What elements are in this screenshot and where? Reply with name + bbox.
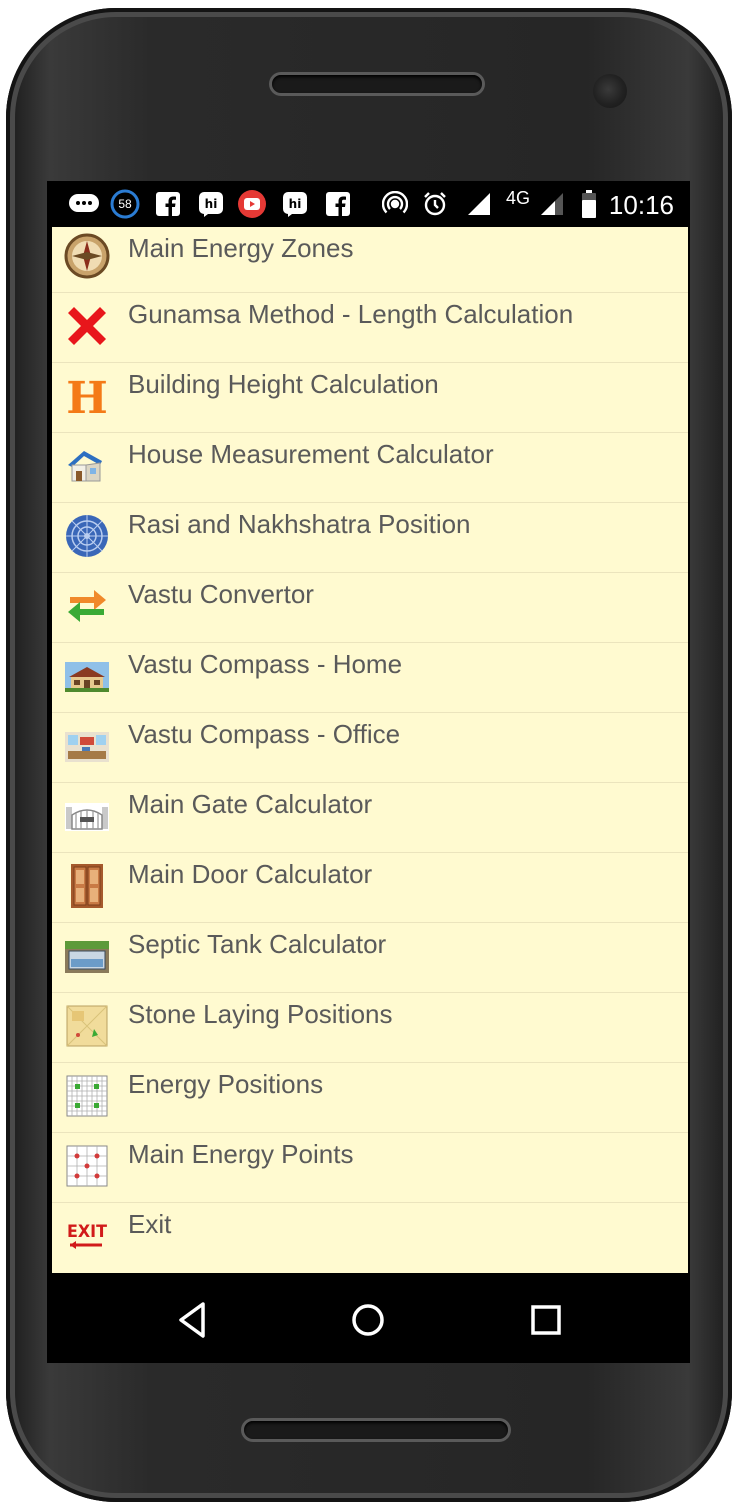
home-photo-icon bbox=[64, 653, 110, 699]
menu-item-main-door[interactable]: Main Door Calculator bbox=[52, 853, 688, 923]
menu-item-main-energy-zones[interactable]: Main Energy Zones bbox=[52, 227, 688, 293]
menu-item-vastu-compass-office[interactable]: Vastu Compass - Office bbox=[52, 713, 688, 783]
menu-item-label: Exit bbox=[128, 1209, 172, 1239]
signal-icon bbox=[539, 191, 565, 217]
zodiac-wheel-icon bbox=[64, 513, 110, 559]
youtube-icon bbox=[237, 190, 267, 218]
front-camera bbox=[593, 74, 627, 108]
menu-item-rasi-nakhshatra[interactable]: Rasi and Nakhshatra Position bbox=[52, 503, 688, 573]
menu-item-vastu-convertor[interactable]: Vastu Convertor bbox=[52, 573, 688, 643]
menu-item-house-measurement[interactable]: House Measurement Calculator bbox=[52, 433, 688, 503]
signal-icon bbox=[465, 191, 493, 217]
menu-item-label: Energy Positions bbox=[128, 1069, 324, 1099]
back-icon[interactable] bbox=[171, 1297, 217, 1343]
menu-item-exit[interactable]: EXIT Exit bbox=[52, 1203, 688, 1273]
compass-icon bbox=[64, 233, 110, 279]
menu-item-label: Septic Tank Calculator bbox=[128, 929, 387, 959]
status-bar: 58 hi hi 4G 10:16 bbox=[47, 181, 690, 227]
gate-icon bbox=[64, 793, 110, 839]
svg-text:EXIT: EXIT bbox=[67, 1222, 107, 1242]
red-cross-icon bbox=[64, 303, 110, 349]
svg-text:hi: hi bbox=[289, 197, 302, 211]
battery-icon bbox=[579, 190, 599, 218]
svg-text:H: H bbox=[66, 373, 108, 419]
convert-arrows-icon bbox=[64, 583, 110, 629]
menu-item-energy-positions[interactable]: Energy Positions bbox=[52, 1063, 688, 1133]
clock: 10:16 bbox=[608, 190, 674, 220]
hike-icon: hi bbox=[197, 191, 225, 217]
hotspot-icon bbox=[381, 191, 409, 217]
house-icon bbox=[64, 443, 110, 489]
svg-text:hi: hi bbox=[205, 197, 218, 211]
menu-item-label: Main Energy Zones bbox=[128, 233, 354, 263]
menu-item-label: Rasi and Nakhshatra Position bbox=[128, 509, 471, 539]
grid-green-icon bbox=[64, 1073, 110, 1119]
door-icon bbox=[64, 863, 110, 909]
menu-item-label: Vastu Compass - Office bbox=[128, 719, 401, 749]
screen: 58 hi hi 4G 10:16 Main Energy Zones Guna… bbox=[47, 181, 690, 1363]
letter-h-icon: H bbox=[64, 373, 110, 419]
menu-item-septic-tank[interactable]: Septic Tank Calculator bbox=[52, 923, 688, 993]
navigation-bar bbox=[47, 1273, 690, 1363]
menu-list: Main Energy Zones Gunamsa Method - Lengt… bbox=[52, 227, 688, 1273]
notification-count: 58 bbox=[118, 197, 132, 211]
menu-item-main-energy-points[interactable]: Main Energy Points bbox=[52, 1133, 688, 1203]
menu-item-label: Vastu Convertor bbox=[128, 579, 314, 609]
hike-icon: hi bbox=[281, 191, 309, 217]
septic-tank-icon bbox=[64, 933, 110, 979]
menu-item-building-height[interactable]: H Building Height Calculation bbox=[52, 363, 688, 433]
menu-item-label: Vastu Compass - Home bbox=[128, 649, 403, 679]
message-icon bbox=[67, 191, 101, 217]
menu-item-label: Building Height Calculation bbox=[128, 369, 439, 399]
notification-count-icon: 58 bbox=[109, 189, 141, 219]
menu-item-label: Main Gate Calculator bbox=[128, 789, 373, 819]
menu-item-label: Main Energy Points bbox=[128, 1139, 354, 1169]
home-icon[interactable] bbox=[345, 1297, 391, 1343]
site-plan-icon bbox=[64, 1003, 110, 1049]
menu-item-label: House Measurement Calculator bbox=[128, 439, 494, 469]
recents-icon[interactable] bbox=[523, 1297, 569, 1343]
menu-item-label: Gunamsa Method - Length Calculation bbox=[128, 299, 574, 329]
office-photo-icon bbox=[64, 723, 110, 769]
earpiece-speaker bbox=[272, 75, 482, 93]
alarm-icon bbox=[421, 191, 449, 217]
menu-item-label: Main Door Calculator bbox=[128, 859, 373, 889]
menu-item-stone-laying[interactable]: Stone Laying Positions bbox=[52, 993, 688, 1063]
menu-item-main-gate[interactable]: Main Gate Calculator bbox=[52, 783, 688, 853]
facebook-icon bbox=[155, 191, 181, 217]
facebook-icon bbox=[325, 191, 351, 217]
exit-sign-icon: EXIT bbox=[64, 1213, 110, 1259]
menu-item-vastu-compass-home[interactable]: Vastu Compass - Home bbox=[52, 643, 688, 713]
grid-red-icon bbox=[64, 1143, 110, 1189]
menu-item-label: Stone Laying Positions bbox=[128, 999, 393, 1029]
bottom-speaker bbox=[244, 1421, 508, 1439]
menu-item-gunamsa-method[interactable]: Gunamsa Method - Length Calculation bbox=[52, 293, 688, 363]
network-type: 4G bbox=[505, 187, 530, 208]
